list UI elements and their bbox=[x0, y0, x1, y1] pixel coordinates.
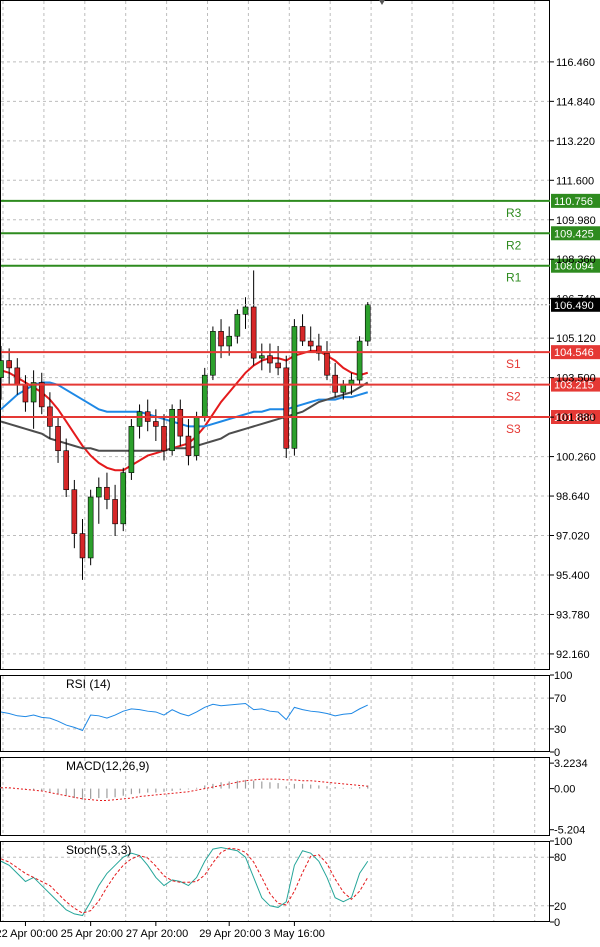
macd-axis-tick-label: 0.00 bbox=[554, 784, 575, 796]
price-axis-tick-label: 113.220 bbox=[556, 136, 595, 148]
candle-body bbox=[226, 335, 232, 347]
time-axis-label: 25 Apr 20:00 bbox=[61, 928, 123, 940]
rsi-line bbox=[0, 702, 368, 732]
candle-body bbox=[340, 384, 347, 393]
candle-body bbox=[169, 409, 175, 452]
candle-body bbox=[96, 486, 102, 498]
candle-body bbox=[267, 355, 273, 364]
candle-body bbox=[0, 360, 4, 378]
pivot-level-name-s1: S1 bbox=[506, 357, 521, 371]
time-axis-label: 27 Apr 20:00 bbox=[126, 928, 188, 940]
candle-body bbox=[291, 326, 298, 449]
price-axis-tick-label: 106.740 bbox=[556, 294, 596, 306]
candle-body bbox=[218, 331, 224, 347]
time-axis-label: 29 Apr 20:00 bbox=[199, 928, 261, 940]
candle-body bbox=[14, 367, 21, 386]
candle-body bbox=[22, 384, 29, 403]
rsi-axis-tick-label: 70 bbox=[554, 693, 566, 705]
candle-body bbox=[79, 533, 86, 559]
candle-body bbox=[161, 426, 167, 452]
candle-body bbox=[299, 326, 306, 342]
candle-body bbox=[234, 313, 241, 337]
macd-axis-tick-label: 3.2234 bbox=[554, 758, 588, 770]
macd-signal-line bbox=[1, 778, 368, 801]
candle-body bbox=[153, 421, 159, 427]
candle-body bbox=[356, 340, 363, 381]
moving-average-line-2 bbox=[0, 381, 369, 428]
candle-body bbox=[136, 411, 143, 427]
price-axis-tick-label: 101.880 bbox=[556, 412, 596, 424]
rsi-axis-tick-label: 30 bbox=[554, 724, 566, 736]
axis-layer: 116.460 114.840 113.220 111.600 109.980 108.3… bbox=[66, 0, 596, 929]
price-axis-tick-label: 111.600 bbox=[556, 175, 594, 187]
candle-body bbox=[193, 416, 200, 456]
candle-body bbox=[324, 352, 330, 376]
candle-body bbox=[128, 426, 135, 473]
price-axis-tick-label: 108.360 bbox=[556, 254, 596, 266]
candle-body bbox=[201, 374, 208, 417]
macd-axis-tick-label: -5.204 bbox=[554, 825, 585, 837]
price-axis-tick-label: 114.840 bbox=[556, 96, 595, 108]
stoch-signal-line bbox=[0, 847, 369, 914]
pivot-level-price-tag-s1: 104.546 bbox=[554, 347, 594, 359]
moving-average-layer bbox=[0, 349, 369, 472]
stoch-axis-tick-label: 20 bbox=[554, 901, 566, 913]
candle-body bbox=[63, 450, 70, 491]
pivot-level-name-r2: R2 bbox=[506, 238, 522, 252]
grid-lines bbox=[1, 1, 549, 921]
pivot-level-name-r1: R1 bbox=[506, 271, 522, 285]
macd-panel-title: MACD(12,26,9) bbox=[66, 759, 149, 773]
pivot-level-price-tag-r2: 109.425 bbox=[554, 228, 594, 240]
pivot-level-name-r3: R3 bbox=[506, 206, 522, 220]
price-axis-tick-label: 105.120 bbox=[556, 333, 596, 345]
candle-body bbox=[120, 472, 127, 525]
price-axis-tick-label: 103.500 bbox=[556, 373, 596, 385]
stoch-axis-tick-label: 100 bbox=[554, 836, 572, 848]
price-axis-tick-label: 92.160 bbox=[556, 649, 590, 661]
candle-body bbox=[250, 306, 257, 359]
time-axis-label: 22 Apr 00:00 bbox=[0, 928, 58, 940]
moving-average-line-1 bbox=[0, 349, 369, 472]
candle-body bbox=[275, 362, 281, 369]
candle-body bbox=[283, 367, 290, 449]
candle-body bbox=[210, 331, 216, 376]
scroll-marker-icon bbox=[379, 0, 385, 5]
price-axis-tick-label: 93.780 bbox=[556, 609, 590, 621]
candle-body bbox=[6, 360, 12, 369]
candle-body bbox=[364, 304, 371, 342]
price-axis-tick-label: 116.460 bbox=[556, 57, 595, 69]
pivot-level-name-s3: S3 bbox=[506, 422, 521, 436]
stoch-panel-title: Stoch(5,3,3) bbox=[66, 843, 131, 857]
candle-body bbox=[185, 435, 192, 456]
candle-body bbox=[71, 489, 78, 534]
stoch-axis-tick-label: 0 bbox=[554, 917, 560, 929]
indicator-layer bbox=[0, 702, 369, 917]
price-axis-tick-label: 109.980 bbox=[556, 215, 596, 227]
chart-svg: R3110.756R2109.425R1108.094S1104.546S210… bbox=[0, 0, 600, 940]
time-axis-label: 3 May 16:00 bbox=[264, 928, 325, 940]
candle-body bbox=[258, 355, 265, 359]
pivot-level-price-tag-r3: 110.756 bbox=[554, 196, 593, 208]
chart-root: R3 110.756 R2 109.425 R1 108.094 S1 104.546 S2 10… bbox=[0, 0, 600, 942]
price-axis-tick-label: 95.400 bbox=[556, 570, 590, 582]
candle-body bbox=[307, 340, 314, 347]
rsi-axis-tick-label: 100 bbox=[554, 670, 572, 682]
price-axis-tick-label: 100.260 bbox=[556, 452, 596, 464]
candle-body bbox=[38, 382, 45, 408]
pivot-level-layer: R3110.756R2109.425R1108.094S1104.546S210… bbox=[1, 193, 600, 436]
time-axis-layer: 22 Apr 00:00 25 Apr 20:00 27 Apr 20:00 29 A… bbox=[0, 922, 325, 940]
price-axis-tick-label: 98.640 bbox=[556, 491, 590, 503]
candle-body bbox=[112, 499, 118, 525]
price-axis-tick-label: 97.020 bbox=[556, 531, 590, 543]
candle-body bbox=[104, 486, 110, 500]
candle-body bbox=[87, 496, 94, 559]
candle-body bbox=[177, 409, 184, 437]
stoch-axis-tick-label: 80 bbox=[554, 852, 566, 864]
candle-body bbox=[242, 306, 249, 315]
candle-body bbox=[55, 426, 61, 452]
pivot-level-name-s2: S2 bbox=[506, 390, 521, 404]
rsi-panel-title: RSI (14) bbox=[66, 677, 111, 691]
panel-frames bbox=[0, 0, 550, 922]
